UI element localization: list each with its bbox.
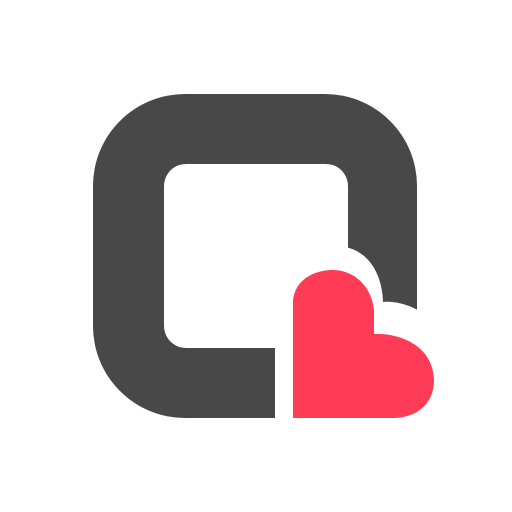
rounded-square-heart-logo — [93, 94, 434, 418]
app-icon-canvas — [0, 0, 512, 512]
